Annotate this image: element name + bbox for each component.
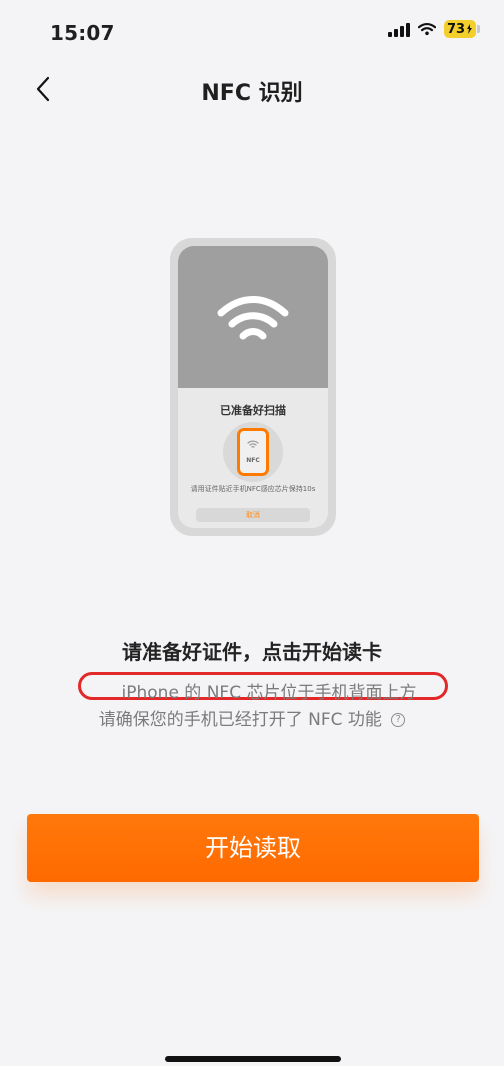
mini-wifi-icon — [247, 440, 259, 448]
status-time: 15:07 — [50, 21, 115, 45]
top-nav: NFC 识别 — [0, 66, 504, 114]
home-indicator — [165, 1056, 341, 1062]
nfc-illustration: 已准备好扫描 NFC 请用证件贴近手机NFC感应芯片保持10s 取消 — [170, 238, 336, 536]
highlighted-notice: iPhone 的 NFC 芯片位于手机背面上方 — [78, 672, 454, 704]
scan-status-text: 已准备好扫描 — [220, 404, 286, 417]
nfc-label: NFC — [246, 457, 260, 464]
nfc-enable-notice: 请确保您的手机已经打开了 NFC 功能 ? — [0, 705, 504, 730]
nfc-location-text: iPhone 的 NFC 芯片位于手机背面上方 — [121, 683, 417, 703]
wifi-icon — [418, 22, 436, 36]
help-circle-icon[interactable]: ? — [391, 713, 406, 727]
scan-hint-text: 请用证件贴近手机NFC感应芯片保持10s — [190, 485, 316, 493]
charging-icon — [467, 24, 473, 34]
main-instruction: 请准备好证件，点击开始读卡 — [122, 640, 382, 664]
screen-bottom-panel: 已准备好扫描 NFC 请用证件贴近手机NFC感应芯片保持10s 取消 — [178, 388, 328, 528]
page-title: NFC 识别 — [201, 81, 303, 106]
phone-mockup: 已准备好扫描 NFC 请用证件贴近手机NFC感应芯片保持10s 取消 — [170, 238, 336, 536]
phone-screen: 已准备好扫描 NFC 请用证件贴近手机NFC感应芯片保持10s 取消 — [178, 246, 328, 528]
illustration-cancel-label: 取消 — [196, 508, 310, 522]
start-reading-button[interactable]: 开始读取 — [27, 814, 479, 882]
battery-level: 73 — [446, 21, 466, 37]
mini-phone-icon: NFC — [237, 428, 269, 476]
nfc-enable-text: 请确保您的手机已经打开了 NFC 功能 — [98, 710, 382, 730]
status-bar: 15:07 73 — [0, 0, 504, 66]
nfc-orb: NFC — [223, 422, 283, 482]
screen-top-panel — [178, 246, 328, 388]
battery-icon: 73 — [444, 20, 480, 38]
signal-icon — [388, 21, 410, 37]
wifi-icon — [217, 296, 289, 340]
status-icons: 73 — [388, 20, 480, 38]
